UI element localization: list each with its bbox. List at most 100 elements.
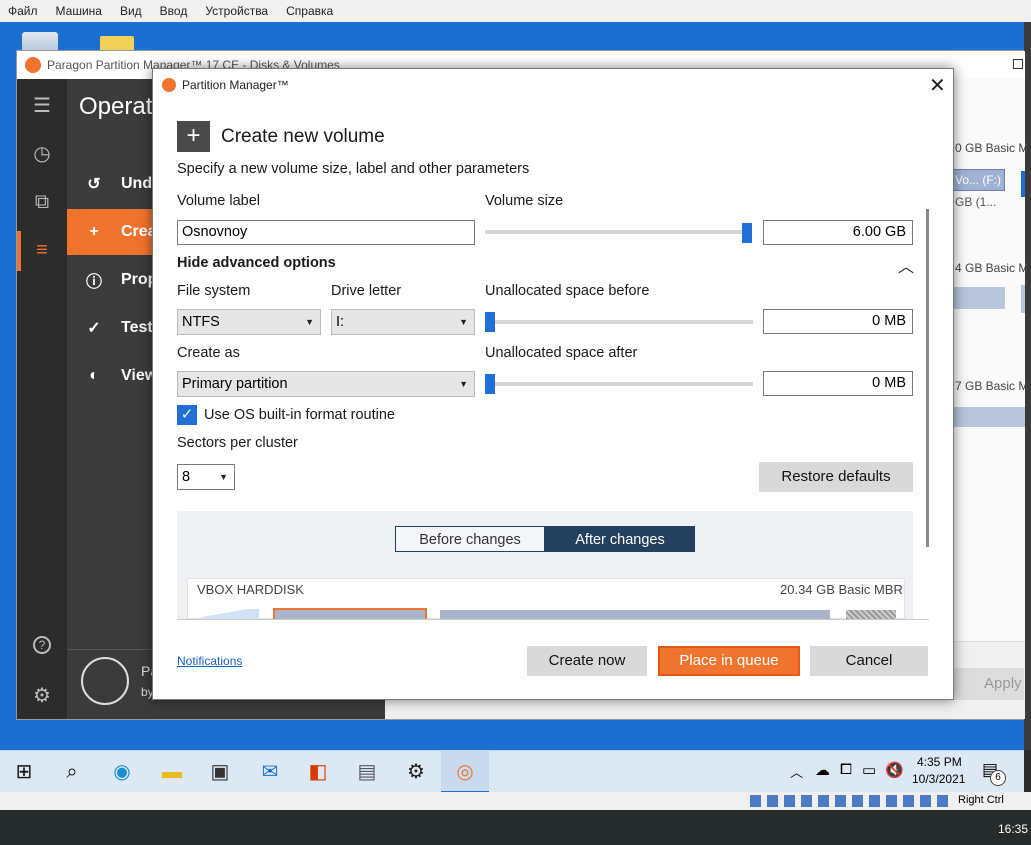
- sectors-value: 8: [182, 469, 191, 485]
- start-icon[interactable]: ⊞: [9, 757, 39, 787]
- search-icon[interactable]: ⌕: [57, 757, 87, 787]
- cloud-icon[interactable]: ☁: [815, 761, 830, 779]
- volume-label-input[interactable]: Osnovnoy: [177, 220, 475, 245]
- volume-label-fragment: Vo... (F:): [955, 173, 1002, 187]
- unalloc-after-slider-thumb[interactable]: [485, 374, 495, 394]
- edge-icon[interactable]: ◉: [107, 757, 137, 787]
- preview-divider: [177, 619, 929, 620]
- menu-devices[interactable]: Устройства: [205, 4, 268, 18]
- hamburger-menu-icon[interactable]: ☰: [29, 93, 55, 119]
- paragon-taskbar-icon: ◎: [456, 761, 474, 783]
- disk-map-unallocated[interactable]: [846, 610, 896, 619]
- file-system-select[interactable]: NTFS ▼: [177, 309, 321, 335]
- dialog-scrollbar[interactable]: [926, 209, 929, 547]
- disk-label-2: 4 GB Basic M: [955, 261, 1029, 275]
- unalloc-before-input[interactable]: 0 MB: [763, 309, 913, 334]
- history-icon[interactable]: ◷: [29, 141, 55, 167]
- file-system-caption: File system: [177, 283, 251, 299]
- taskbar: ⊞ ⌕ ◉ ▬ ▣ ✉ ◧ ▤ ⚙ ◎ ︿ ☁ ⧠ ▭ 🔇 4:35 PM 10…: [0, 750, 1024, 793]
- mail-icon[interactable]: ✉: [255, 757, 285, 787]
- chevron-up-icon[interactable]: ︿: [898, 253, 914, 277]
- volume-tile-2[interactable]: [1021, 171, 1025, 197]
- unalloc-after-slider-track[interactable]: [485, 382, 753, 386]
- volume-size-input[interactable]: 6.00 GB: [763, 220, 913, 245]
- format-checkbox-label[interactable]: Use OS built-in format routine: [204, 407, 395, 423]
- help-icon[interactable]: ?: [33, 636, 51, 654]
- disk-map-existing-volume[interactable]: [440, 610, 830, 619]
- settings-icon[interactable]: ⚙: [29, 683, 55, 709]
- view-icon: ◐: [89, 367, 99, 384]
- disk-3-bar[interactable]: [953, 407, 1025, 427]
- disk-map-new-volume[interactable]: [273, 608, 427, 619]
- tray-chevron-up-icon[interactable]: ︿: [790, 762, 803, 781]
- plus-icon: +: [89, 223, 99, 240]
- menu-input[interactable]: Ввод: [160, 4, 188, 18]
- place-in-queue-button[interactable]: Place in queue: [658, 646, 800, 676]
- disk-info: 20.34 GB Basic MBR: [780, 582, 903, 597]
- before-changes-tab[interactable]: Before changes: [395, 526, 545, 552]
- create-as-select[interactable]: Primary partition ▼: [177, 371, 475, 397]
- menu-machine[interactable]: Машина: [56, 4, 102, 18]
- volume-muted-icon[interactable]: 🔇: [885, 761, 904, 779]
- create-as-value: Primary partition: [182, 376, 288, 392]
- store-icon[interactable]: ▣: [205, 757, 235, 787]
- disk-2-bar[interactable]: [953, 287, 1005, 309]
- create-as-caption: Create as: [177, 345, 240, 361]
- close-icon[interactable]: ✕: [929, 73, 946, 98]
- host-clock: 16:35: [998, 822, 1029, 836]
- restore-defaults-button[interactable]: Restore defaults: [759, 462, 913, 492]
- create-volume-dialog: Partition Manager™ ✕ + Create new volume…: [152, 68, 954, 700]
- create-now-button[interactable]: Create now: [527, 646, 647, 676]
- settings-app-icon[interactable]: ⚙: [401, 757, 431, 787]
- after-changes-tab[interactable]: After changes: [545, 526, 695, 552]
- disk-2-bar-right[interactable]: [1021, 285, 1025, 313]
- icon-sidebar: ☰ ◷ ⧉ ≡ ? ⚙: [17, 79, 67, 719]
- paragon-logo-icon: [25, 57, 41, 73]
- sectors-select[interactable]: 8 ▼: [177, 464, 235, 490]
- network-app-icon[interactable]: ▤: [352, 757, 382, 787]
- unalloc-before-slider-thumb[interactable]: [485, 312, 495, 332]
- unalloc-before-slider-track[interactable]: [485, 320, 753, 324]
- volume-label-caption: Volume label: [177, 193, 261, 209]
- disk-name: VBOX HARDDISK: [197, 582, 304, 597]
- host-taskbar: 16:35: [0, 810, 1031, 845]
- unalloc-after-input[interactable]: 0 MB: [763, 371, 913, 396]
- backup-icon[interactable]: ⧉: [29, 189, 55, 215]
- file-system-value: NTFS: [182, 314, 220, 330]
- tray-device-icon[interactable]: ⧠: [840, 761, 852, 778]
- disks-icon[interactable]: ≡: [29, 237, 55, 263]
- vbox-device-icons[interactable]: [750, 795, 954, 807]
- disk-label-3: 7 GB Basic M: [955, 379, 1029, 393]
- volume-size-slider-track[interactable]: [485, 230, 747, 234]
- drive-letter-caption: Drive letter: [331, 283, 402, 299]
- chevron-down-icon: ▼: [459, 379, 468, 389]
- format-checkbox[interactable]: ✓: [177, 405, 197, 425]
- dialog-title-bar: Partition Manager™ ✕: [153, 69, 953, 101]
- dialog-logo-icon: [162, 78, 176, 92]
- operations-title: Operat: [79, 93, 153, 120]
- menu-file[interactable]: Файл: [8, 4, 38, 18]
- volume-size-slider-thumb[interactable]: [742, 223, 752, 243]
- file-explorer-icon[interactable]: ▬: [157, 757, 187, 787]
- chevron-down-icon: ▼: [459, 317, 468, 327]
- unalloc-after-caption: Unallocated space after: [485, 345, 638, 361]
- clock-time[interactable]: 4:35 PM: [917, 755, 962, 769]
- advanced-options-toggle[interactable]: Hide advanced options: [177, 255, 336, 271]
- maximize-icon[interactable]: [1013, 59, 1023, 69]
- drive-letter-select[interactable]: I: ▼: [331, 309, 475, 335]
- chevron-down-icon: ▼: [219, 472, 228, 482]
- volume-sub-fragment: GB (1...: [955, 195, 997, 209]
- host-menubar: Файл Машина Вид Ввод Устройства Справка: [0, 0, 1031, 22]
- vbox-status-bar: Right Ctrl: [0, 792, 1031, 810]
- network-icon[interactable]: ▭: [862, 761, 876, 779]
- menu-view[interactable]: Вид: [120, 4, 142, 18]
- cancel-button[interactable]: Cancel: [810, 646, 928, 676]
- drive-letter-value: I:: [336, 314, 345, 330]
- office-icon[interactable]: ◧: [303, 757, 333, 787]
- chevron-down-icon: ▼: [305, 317, 314, 327]
- notifications-link[interactable]: Notifications: [177, 654, 242, 668]
- menu-help[interactable]: Справка: [286, 4, 333, 18]
- check-icon: ✓: [87, 320, 101, 337]
- clock-date[interactable]: 10/3/2021: [912, 772, 965, 786]
- volume-size-caption: Volume size: [485, 193, 564, 209]
